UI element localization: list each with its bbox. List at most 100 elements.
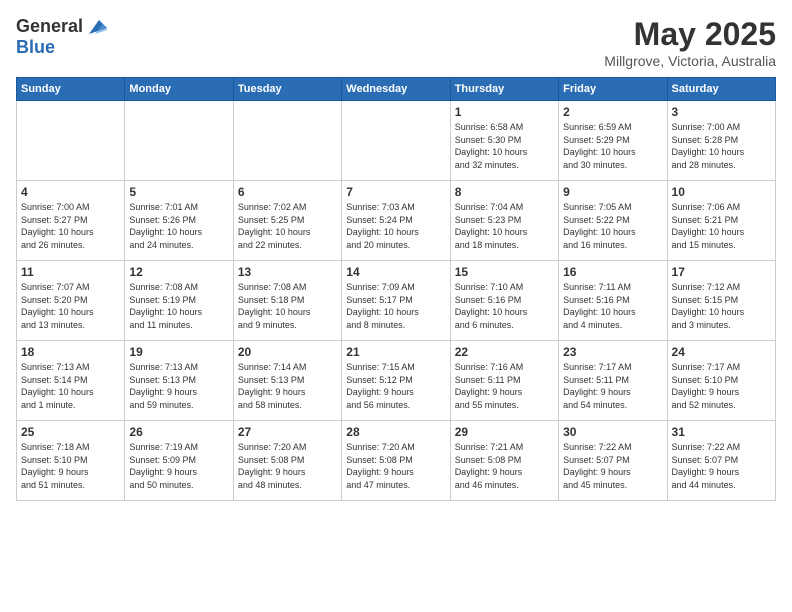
weekday-header-wednesday: Wednesday (342, 78, 450, 101)
week-row-4: 18 Sunrise: 7:13 AM Sunset: 5:14 PM Dayli… (17, 341, 776, 421)
day-number: 20 (238, 345, 337, 359)
calendar-cell (17, 101, 125, 181)
day-number: 29 (455, 425, 554, 439)
day-info: Sunrise: 7:03 AM Sunset: 5:24 PM Dayligh… (346, 201, 445, 251)
calendar-cell: 1 Sunrise: 6:58 AM Sunset: 5:30 PM Daylig… (450, 101, 558, 181)
day-info: Sunrise: 7:15 AM Sunset: 5:12 PM Dayligh… (346, 361, 445, 411)
day-number: 30 (563, 425, 662, 439)
calendar-cell: 2 Sunrise: 6:59 AM Sunset: 5:29 PM Daylig… (559, 101, 667, 181)
weekday-header-row: SundayMondayTuesdayWednesdayThursdayFrid… (17, 78, 776, 101)
day-info: Sunrise: 7:17 AM Sunset: 5:10 PM Dayligh… (672, 361, 771, 411)
day-info: Sunrise: 7:20 AM Sunset: 5:08 PM Dayligh… (238, 441, 337, 491)
day-info: Sunrise: 7:04 AM Sunset: 5:23 PM Dayligh… (455, 201, 554, 251)
calendar-cell: 3 Sunrise: 7:00 AM Sunset: 5:28 PM Daylig… (667, 101, 775, 181)
day-number: 11 (21, 265, 120, 279)
day-info: Sunrise: 7:13 AM Sunset: 5:13 PM Dayligh… (129, 361, 228, 411)
calendar-cell: 27 Sunrise: 7:20 AM Sunset: 5:08 PM Dayli… (233, 421, 341, 501)
day-info: Sunrise: 7:01 AM Sunset: 5:26 PM Dayligh… (129, 201, 228, 251)
day-info: Sunrise: 7:09 AM Sunset: 5:17 PM Dayligh… (346, 281, 445, 331)
day-number: 31 (672, 425, 771, 439)
day-info: Sunrise: 7:12 AM Sunset: 5:15 PM Dayligh… (672, 281, 771, 331)
day-info: Sunrise: 7:14 AM Sunset: 5:13 PM Dayligh… (238, 361, 337, 411)
day-info: Sunrise: 7:18 AM Sunset: 5:10 PM Dayligh… (21, 441, 120, 491)
day-number: 18 (21, 345, 120, 359)
day-info: Sunrise: 7:21 AM Sunset: 5:08 PM Dayligh… (455, 441, 554, 491)
weekday-header-thursday: Thursday (450, 78, 558, 101)
day-number: 14 (346, 265, 445, 279)
day-number: 12 (129, 265, 228, 279)
calendar-cell: 9 Sunrise: 7:05 AM Sunset: 5:22 PM Daylig… (559, 181, 667, 261)
calendar-cell: 12 Sunrise: 7:08 AM Sunset: 5:19 PM Dayli… (125, 261, 233, 341)
day-number: 26 (129, 425, 228, 439)
day-number: 8 (455, 185, 554, 199)
day-number: 23 (563, 345, 662, 359)
day-number: 17 (672, 265, 771, 279)
day-number: 10 (672, 185, 771, 199)
week-row-5: 25 Sunrise: 7:18 AM Sunset: 5:10 PM Dayli… (17, 421, 776, 501)
day-number: 24 (672, 345, 771, 359)
day-number: 4 (21, 185, 120, 199)
calendar-table: SundayMondayTuesdayWednesdayThursdayFrid… (16, 77, 776, 501)
calendar-cell: 13Sunrise: 7:08 AM Sunset: 5:18 PM Dayli… (233, 261, 341, 341)
calendar-cell: 11 Sunrise: 7:07 AM Sunset: 5:20 PM Dayli… (17, 261, 125, 341)
calendar-cell: 30 Sunrise: 7:22 AM Sunset: 5:07 PM Dayli… (559, 421, 667, 501)
day-number: 9 (563, 185, 662, 199)
day-info: Sunrise: 7:08 AM Sunset: 5:19 PM Dayligh… (129, 281, 228, 331)
day-number: 7 (346, 185, 445, 199)
calendar-cell: 14 Sunrise: 7:09 AM Sunset: 5:17 PM Dayli… (342, 261, 450, 341)
day-info: Sunrise: 7:16 AM Sunset: 5:11 PM Dayligh… (455, 361, 554, 411)
calendar-cell: 5Sunrise: 7:01 AM Sunset: 5:26 PM Daylig… (125, 181, 233, 261)
calendar-cell: 25 Sunrise: 7:18 AM Sunset: 5:10 PM Dayli… (17, 421, 125, 501)
page-header: General Blue May 2025 Millgrove, Victori… (16, 16, 776, 69)
calendar-cell: 19 Sunrise: 7:13 AM Sunset: 5:13 PM Dayli… (125, 341, 233, 421)
logo-icon (85, 16, 107, 38)
logo-blue: Blue (16, 38, 107, 58)
month-title: May 2025 (604, 16, 776, 53)
day-number: 1 (455, 105, 554, 119)
weekday-header-saturday: Saturday (667, 78, 775, 101)
day-number: 19 (129, 345, 228, 359)
day-info: Sunrise: 7:05 AM Sunset: 5:22 PM Dayligh… (563, 201, 662, 251)
calendar-cell: 22Sunrise: 7:16 AM Sunset: 5:11 PM Dayli… (450, 341, 558, 421)
calendar-cell: 21 Sunrise: 7:15 AM Sunset: 5:12 PM Dayli… (342, 341, 450, 421)
calendar-cell (342, 101, 450, 181)
day-number: 15 (455, 265, 554, 279)
day-number: 6 (238, 185, 337, 199)
day-number: 28 (346, 425, 445, 439)
day-info: Sunrise: 6:58 AM Sunset: 5:30 PM Dayligh… (455, 121, 554, 171)
calendar-cell: 31 Sunrise: 7:22 AM Sunset: 5:07 PM Dayli… (667, 421, 775, 501)
calendar-cell: 29 Sunrise: 7:21 AM Sunset: 5:08 PM Dayli… (450, 421, 558, 501)
title-block: May 2025 Millgrove, Victoria, Australia (604, 16, 776, 69)
day-info: Sunrise: 6:59 AM Sunset: 5:29 PM Dayligh… (563, 121, 662, 171)
calendar-cell (125, 101, 233, 181)
day-info: Sunrise: 7:20 AM Sunset: 5:08 PM Dayligh… (346, 441, 445, 491)
week-row-3: 11 Sunrise: 7:07 AM Sunset: 5:20 PM Dayli… (17, 261, 776, 341)
calendar-cell: 26Sunrise: 7:19 AM Sunset: 5:09 PM Dayli… (125, 421, 233, 501)
day-info: Sunrise: 7:00 AM Sunset: 5:28 PM Dayligh… (672, 121, 771, 171)
day-number: 16 (563, 265, 662, 279)
calendar-cell: 17 Sunrise: 7:12 AM Sunset: 5:15 PM Dayli… (667, 261, 775, 341)
day-info: Sunrise: 7:13 AM Sunset: 5:14 PM Dayligh… (21, 361, 120, 411)
location-title: Millgrove, Victoria, Australia (604, 53, 776, 69)
day-number: 25 (21, 425, 120, 439)
day-info: Sunrise: 7:22 AM Sunset: 5:07 PM Dayligh… (672, 441, 771, 491)
day-info: Sunrise: 7:08 AM Sunset: 5:18 PM Dayligh… (238, 281, 337, 331)
day-number: 21 (346, 345, 445, 359)
calendar-cell: 28 Sunrise: 7:20 AM Sunset: 5:08 PM Dayli… (342, 421, 450, 501)
day-number: 3 (672, 105, 771, 119)
calendar-cell: 4Sunrise: 7:00 AM Sunset: 5:27 PM Daylig… (17, 181, 125, 261)
weekday-header-sunday: Sunday (17, 78, 125, 101)
calendar-cell: 10Sunrise: 7:06 AM Sunset: 5:21 PM Dayli… (667, 181, 775, 261)
day-number: 2 (563, 105, 662, 119)
calendar-cell: 20 Sunrise: 7:14 AM Sunset: 5:13 PM Dayli… (233, 341, 341, 421)
calendar-cell: 23Sunrise: 7:17 AM Sunset: 5:11 PM Dayli… (559, 341, 667, 421)
day-info: Sunrise: 7:22 AM Sunset: 5:07 PM Dayligh… (563, 441, 662, 491)
day-info: Sunrise: 7:07 AM Sunset: 5:20 PM Dayligh… (21, 281, 120, 331)
logo: General Blue (16, 16, 107, 58)
calendar-cell: 16 Sunrise: 7:11 AM Sunset: 5:16 PM Dayli… (559, 261, 667, 341)
calendar-cell: 24 Sunrise: 7:17 AM Sunset: 5:10 PM Dayli… (667, 341, 775, 421)
day-number: 27 (238, 425, 337, 439)
calendar-cell: 7 Sunrise: 7:03 AM Sunset: 5:24 PM Daylig… (342, 181, 450, 261)
day-info: Sunrise: 7:11 AM Sunset: 5:16 PM Dayligh… (563, 281, 662, 331)
week-row-1: 1 Sunrise: 6:58 AM Sunset: 5:30 PM Daylig… (17, 101, 776, 181)
